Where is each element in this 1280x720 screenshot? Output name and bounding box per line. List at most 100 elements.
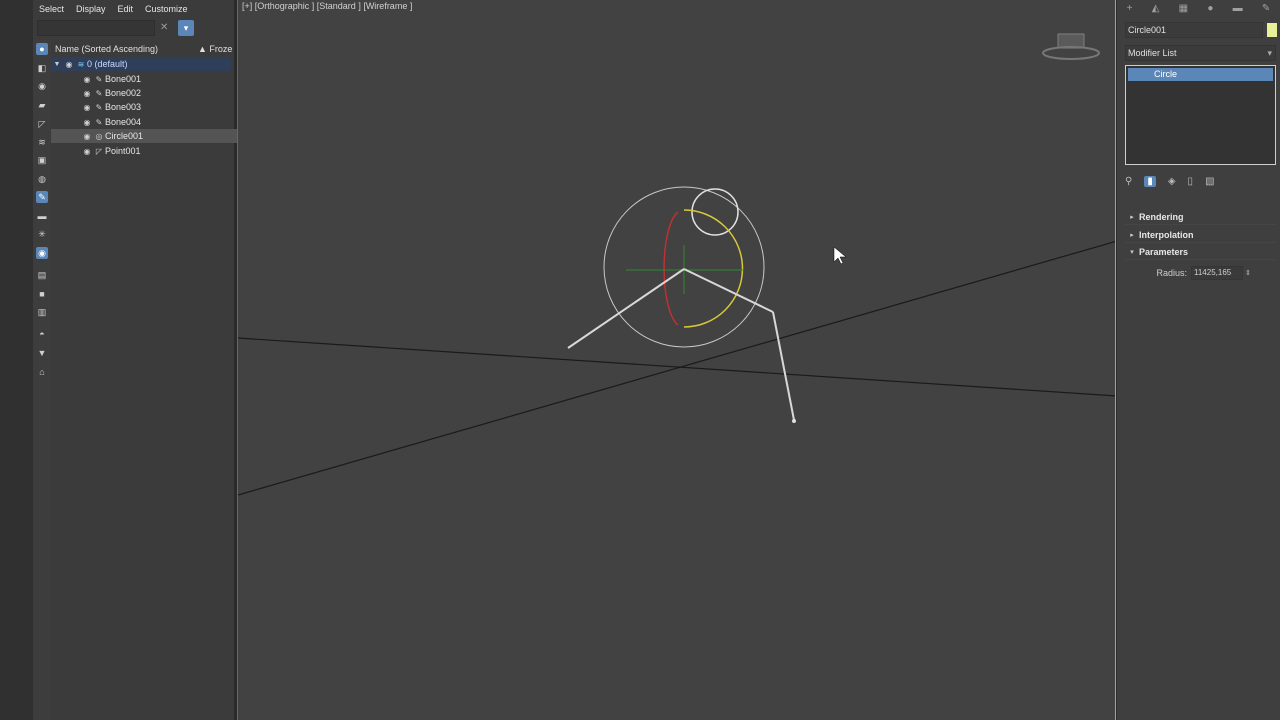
object-color-swatch[interactable] <box>1267 23 1277 37</box>
rotate-gizmo-yellow[interactable] <box>683 209 744 328</box>
expand-icon[interactable]: ▼ <box>51 61 63 68</box>
bone-end <box>792 419 796 423</box>
tree-item-label: Bone001 <box>105 74 142 84</box>
motion-tab-icon[interactable]: ● <box>1207 3 1213 14</box>
spacewarps-icon[interactable]: ≋ <box>36 136 48 148</box>
scene-explorer-menu: Select Display Edit Customize <box>33 0 234 18</box>
menu-customize[interactable]: Customize <box>139 4 194 14</box>
list-icon[interactable]: ▤ <box>36 269 48 281</box>
scene-explorer: Select Display Edit Customize ✕ ▾ ● ◧ ◉ … <box>33 0 261 720</box>
helpers-icon[interactable]: ◸ <box>36 118 48 130</box>
menu-select[interactable]: Select <box>33 4 70 14</box>
rollout-interpolation[interactable]: ▸ Interpolation <box>1125 228 1276 243</box>
groups-icon[interactable]: ▣ <box>36 154 48 166</box>
bone003[interactable] <box>772 311 795 421</box>
stack-toolbar: ⚲ ▮ ◈ ▯ ▧ <box>1125 173 1276 189</box>
viewport-scene <box>238 33 1115 496</box>
all-icon[interactable]: ■ <box>36 288 48 300</box>
expand-icon: ▸ <box>1130 214 1134 221</box>
rollout-rendering[interactable]: ▸ Rendering <box>1125 210 1276 225</box>
eye-icon[interactable]: ◉ <box>81 132 93 141</box>
eye-icon[interactable]: ◉ <box>81 147 93 156</box>
bone001[interactable] <box>567 268 685 349</box>
menu-edit[interactable]: Edit <box>112 4 140 14</box>
make-unique-icon[interactable]: ◈ <box>1168 176 1176 187</box>
tree-item-label: Circle001 <box>105 131 144 141</box>
hierarchy-tab-icon[interactable]: ▦ <box>1179 3 1188 14</box>
tree-header: Name (Sorted Ascending) ▲ Froze <box>51 42 234 56</box>
modifier-stack: Circle <box>1125 65 1276 165</box>
tree-item-label: Bone002 <box>105 88 142 98</box>
modify-tab-icon[interactable]: ◭ <box>1152 3 1160 14</box>
command-panel: + ◭ ▦ ● ▬ ✎ Circle001 Modifier List ▾ Ci… <box>1117 0 1280 720</box>
stack-item-circle[interactable]: Circle <box>1128 68 1273 81</box>
camera-icon[interactable]: ▰ <box>36 99 48 111</box>
tree-item-bone001[interactable]: ◉ ✎ Bone001 <box>51 72 261 86</box>
rollout-parameters[interactable]: ▾ Parameters <box>1125 245 1276 260</box>
filter-toolbar: ● ◧ ◉ ▰ ◸ ≋ ▣ ◍ ✎ ▬ ✳ ◉ ▤ ■ ▥ ◓ ▼ ⌂ <box>33 40 51 720</box>
tree-item-circle001[interactable]: ◉ ◎ Circle001 <box>51 129 261 143</box>
none-icon[interactable]: ▥ <box>36 306 48 318</box>
bone-icon: ✎ <box>95 88 103 98</box>
menu-display[interactable]: Display <box>70 4 112 14</box>
tree-item-bone004[interactable]: ◉ ✎ Bone004 <box>51 115 261 129</box>
bones-icon[interactable]: ✎ <box>36 191 48 203</box>
radius-param: Radius: 11425,165 ⇕ <box>1125 266 1276 280</box>
remove-modifier-icon[interactable]: ▯ <box>1188 176 1194 187</box>
display-tab-icon[interactable]: ▬ <box>1233 3 1243 14</box>
tree-item-bone003[interactable]: ◉ ✎ Bone003 <box>51 100 261 114</box>
bone-icon: ✎ <box>95 102 103 112</box>
name-column-header[interactable]: Name (Sorted Ascending) <box>51 44 198 54</box>
left-gutter <box>0 0 33 720</box>
search-input[interactable] <box>37 20 155 36</box>
shape-icon: ◎ <box>95 131 103 141</box>
xrefs-icon[interactable]: ◍ <box>36 173 48 185</box>
pin-stack-icon[interactable]: ⚲ <box>1125 176 1132 187</box>
bone-icon: ✎ <box>95 74 103 84</box>
funnel-icon[interactable]: ▼ <box>36 347 48 359</box>
display-none-icon[interactable]: ● <box>36 43 48 55</box>
eye-icon[interactable]: ◉ <box>81 89 93 98</box>
radius-field[interactable]: 11425,165 <box>1191 266 1243 280</box>
eye-icon[interactable]: ◉ <box>81 103 93 112</box>
frozen-icon[interactable]: ✳ <box>36 228 48 240</box>
eye-icon[interactable]: ◉ <box>81 75 93 84</box>
tree-item-label: Point001 <box>105 146 141 156</box>
radius-label: Radius: <box>1156 268 1187 278</box>
grid-axis-line <box>238 240 1115 496</box>
containers-icon[interactable]: ▬ <box>36 210 48 222</box>
rollout-title: Parameters <box>1139 247 1189 257</box>
viewcube-icon[interactable] <box>1057 33 1085 49</box>
tree-item-bone002[interactable]: ◉ ✎ Bone002 <box>51 86 261 100</box>
hidden-icon[interactable]: ◉ <box>36 247 48 259</box>
filter-icon[interactable]: ▾ <box>178 20 194 36</box>
shapes-icon[interactable]: ◉ <box>36 80 48 92</box>
tree-item-point001[interactable]: ◉ ◸ Point001 <box>51 144 261 158</box>
clear-search-icon[interactable]: ✕ <box>160 22 170 34</box>
tree-item-label: Bone003 <box>105 102 142 112</box>
lock-icon[interactable]: ⌂ <box>36 366 48 378</box>
rotate-gizmo-red[interactable] <box>663 211 679 326</box>
utilities-tab-icon[interactable]: ✎ <box>1262 3 1270 14</box>
viewport-perspective[interactable]: [+] [Orthographic ] [Standard ] [Wirefra… <box>237 0 1116 720</box>
layer-row[interactable]: ▼ ◉ ≋ 0 (default) <box>51 57 231 71</box>
object-name-field[interactable]: Circle001 <box>1125 22 1263 38</box>
modifier-list-dropdown[interactable]: Modifier List ▾ <box>1125 45 1276 61</box>
spinner-icon[interactable]: ⇕ <box>1243 269 1251 277</box>
eye-icon[interactable]: ◉ <box>63 60 75 69</box>
bone-icon: ✎ <box>95 117 103 127</box>
frozen-column-header[interactable]: ▲ Froze <box>198 44 232 54</box>
show-end-result-icon[interactable]: ▮ <box>1144 175 1156 187</box>
layer-icon[interactable]: ◓ <box>36 328 48 340</box>
chevron-down-icon: ▾ <box>1267 48 1272 58</box>
collapse-icon: ▾ <box>1130 249 1134 256</box>
command-panel-tabs: + ◭ ▦ ● ▬ ✎ <box>1117 0 1280 16</box>
tree-item-label: Bone004 <box>105 117 142 127</box>
eye-icon[interactable]: ◉ <box>81 118 93 127</box>
rollout-title: Rendering <box>1139 212 1184 222</box>
configure-modifier-sets-icon[interactable]: ▧ <box>1205 176 1214 187</box>
viewcube-ring[interactable] <box>1042 46 1100 60</box>
geometry-icon[interactable]: ◧ <box>36 62 48 74</box>
search-row: ✕ ▾ <box>33 18 234 40</box>
create-tab-icon[interactable]: + <box>1127 3 1133 14</box>
